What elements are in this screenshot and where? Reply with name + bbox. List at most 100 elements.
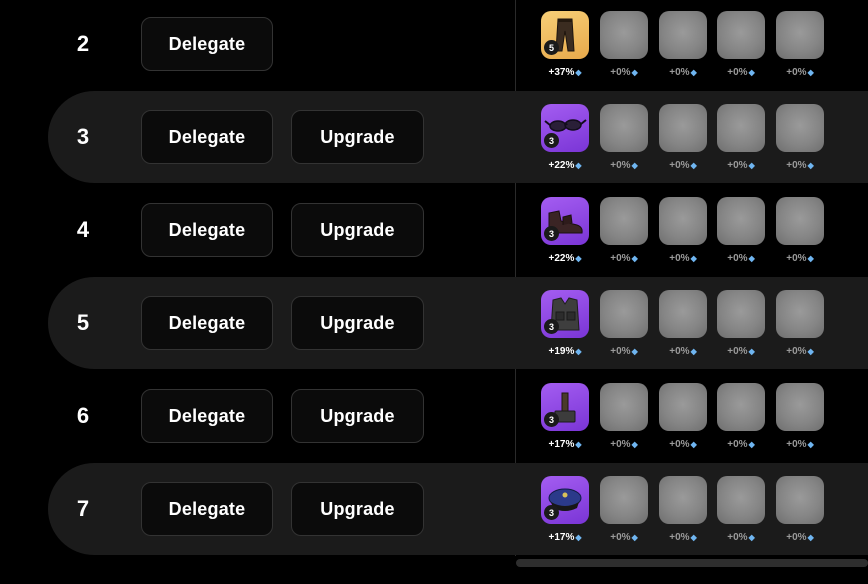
bonus-percent: +0% — [786, 532, 807, 543]
empty-item-slot[interactable] — [600, 476, 648, 524]
empty-item-slot[interactable] — [659, 476, 707, 524]
bonus-percent: +17% — [548, 532, 575, 543]
empty-item-slot[interactable] — [600, 104, 648, 152]
bonus-percent: +19% — [548, 346, 575, 357]
horizontal-scrollbar[interactable] — [516, 559, 868, 567]
slot-bonus-label: +0%◆ — [712, 439, 770, 450]
diamond-icon: ◆ — [690, 440, 697, 449]
slot-bonus-label: +0%◆ — [595, 160, 653, 171]
equipped-item-slot[interactable]: 3 — [541, 290, 589, 338]
upgrade-button[interactable]: Upgrade — [291, 296, 424, 350]
delegate-button[interactable]: Delegate — [141, 389, 273, 443]
bonus-percent: +0% — [610, 346, 631, 357]
slot-bonus-label: +0%◆ — [712, 346, 770, 357]
bonus-percent: +0% — [669, 346, 690, 357]
slot-bonus-label: +0%◆ — [595, 67, 653, 78]
diamond-icon: ◆ — [575, 68, 582, 77]
item-level-badge: 5 — [544, 40, 559, 55]
equipped-item-slot[interactable]: 3 — [541, 383, 589, 431]
empty-item-slot[interactable] — [776, 197, 824, 245]
equipped-item-slot[interactable]: 3 — [541, 476, 589, 524]
crew-slots-panel: 2 Delegate 5 +37%◆ +0%◆ +0%◆ +0%◆ +0%◆ 3 Delegate… — [0, 0, 868, 584]
bonus-percent: +0% — [727, 532, 748, 543]
bonus-percent: +0% — [786, 67, 807, 78]
empty-item-slot[interactable] — [659, 383, 707, 431]
bonus-percent: +0% — [669, 67, 690, 78]
empty-item-slot[interactable] — [600, 290, 648, 338]
empty-item-slot[interactable] — [776, 383, 824, 431]
delegate-button[interactable]: Delegate — [141, 110, 273, 164]
empty-item-slot[interactable] — [776, 290, 824, 338]
equipped-item-slot[interactable]: 3 — [541, 197, 589, 245]
upgrade-button[interactable]: Upgrade — [291, 203, 424, 257]
bonus-percent: +0% — [727, 346, 748, 357]
diamond-icon: ◆ — [575, 254, 582, 263]
rank-row-2: 2 Delegate 5 +37%◆ +0%◆ +0%◆ +0%◆ +0%◆ — [0, 0, 868, 90]
empty-item-slot[interactable] — [659, 104, 707, 152]
slot-bonus-label: +37%◆ — [536, 67, 594, 78]
diamond-icon: ◆ — [807, 68, 814, 77]
equipped-item-slot[interactable]: 3 — [541, 104, 589, 152]
rank-number: 7 — [76, 496, 90, 521]
empty-item-slot[interactable] — [717, 290, 765, 338]
slot-bonus-label: +0%◆ — [712, 67, 770, 78]
bonus-percent: +0% — [727, 253, 748, 264]
bonus-percent: +0% — [786, 439, 807, 450]
slot-bonus-label: +22%◆ — [536, 253, 594, 264]
delegate-button[interactable]: Delegate — [141, 203, 273, 257]
empty-item-slot[interactable] — [659, 197, 707, 245]
empty-item-slot[interactable] — [717, 11, 765, 59]
rank-number: 4 — [76, 217, 90, 242]
bonus-percent: +0% — [727, 67, 748, 78]
upgrade-button[interactable]: Upgrade — [291, 389, 424, 443]
bonus-percent: +0% — [610, 439, 631, 450]
empty-item-slot[interactable] — [717, 476, 765, 524]
bonus-percent: +0% — [786, 253, 807, 264]
diamond-icon: ◆ — [575, 347, 582, 356]
upgrade-button[interactable]: Upgrade — [291, 110, 424, 164]
slot-bonus-label: +0%◆ — [771, 160, 829, 171]
bonus-percent: +17% — [548, 439, 575, 450]
diamond-icon: ◆ — [631, 533, 638, 542]
slot-bonus-label: +19%◆ — [536, 346, 594, 357]
delegate-button[interactable]: Delegate — [141, 296, 273, 350]
delegate-button[interactable]: Delegate — [141, 17, 273, 71]
delegate-button[interactable]: Delegate — [141, 482, 273, 536]
empty-item-slot[interactable] — [659, 290, 707, 338]
bonus-percent: +0% — [610, 253, 631, 264]
empty-item-slot[interactable] — [659, 11, 707, 59]
diamond-icon: ◆ — [748, 68, 755, 77]
slot-bonus-label: +0%◆ — [595, 346, 653, 357]
diamond-icon: ◆ — [748, 254, 755, 263]
item-level-badge: 3 — [544, 319, 559, 334]
empty-item-slot[interactable] — [776, 104, 824, 152]
equipped-item-slot[interactable]: 5 — [541, 11, 589, 59]
diamond-icon: ◆ — [807, 347, 814, 356]
empty-item-slot[interactable] — [717, 383, 765, 431]
diamond-icon: ◆ — [575, 440, 582, 449]
rank-row-3: 3 Delegate Upgrade 3 +22%◆ +0%◆ +0%◆ +0%◆ +0%◆ — [0, 91, 868, 183]
slot-bonus-label: +17%◆ — [536, 532, 594, 543]
diamond-icon: ◆ — [690, 254, 697, 263]
slot-bonus-label: +0%◆ — [654, 532, 712, 543]
empty-item-slot[interactable] — [717, 197, 765, 245]
empty-item-slot[interactable] — [776, 11, 824, 59]
diamond-icon: ◆ — [575, 161, 582, 170]
rank-row-4: 4 Delegate Upgrade 3 +22%◆ +0%◆ +0%◆ +0%◆ +0%◆ — [0, 184, 868, 276]
bonus-percent: +22% — [548, 253, 575, 264]
empty-item-slot[interactable] — [600, 197, 648, 245]
upgrade-button[interactable]: Upgrade — [291, 482, 424, 536]
bonus-percent: +0% — [610, 532, 631, 543]
bonus-percent: +0% — [610, 160, 631, 171]
slot-bonus-label: +0%◆ — [595, 253, 653, 264]
empty-item-slot[interactable] — [717, 104, 765, 152]
empty-item-slot[interactable] — [600, 383, 648, 431]
empty-item-slot[interactable] — [600, 11, 648, 59]
bonus-percent: +0% — [669, 253, 690, 264]
slot-bonus-label: +0%◆ — [771, 439, 829, 450]
slot-bonus-label: +0%◆ — [654, 160, 712, 171]
rank-number: 3 — [76, 124, 90, 149]
diamond-icon: ◆ — [631, 347, 638, 356]
slot-bonus-label: +0%◆ — [595, 439, 653, 450]
empty-item-slot[interactable] — [776, 476, 824, 524]
